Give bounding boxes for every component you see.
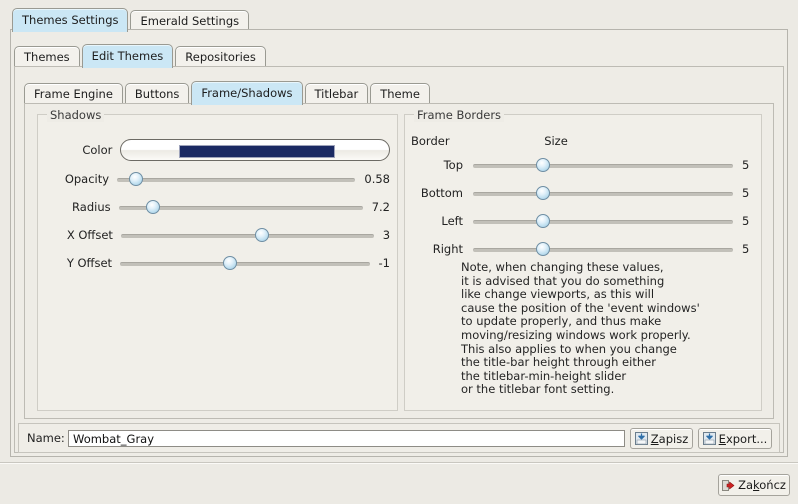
border-top-slider[interactable] <box>473 158 733 172</box>
tab-buttons[interactable]: Buttons <box>124 83 190 105</box>
border-left-value: 5 <box>742 214 750 228</box>
tab-buttons-label: Buttons <box>134 87 180 101</box>
slider-thumb[interactable] <box>536 186 551 200</box>
shadow-color-row: Color <box>45 139 390 161</box>
border-column-header: Border <box>411 134 450 148</box>
tab-theme[interactable]: Theme <box>370 83 430 105</box>
border-right-label: Right <box>432 242 463 256</box>
slider-thumb[interactable] <box>536 214 551 228</box>
quit-button-label: Zakończ <box>738 478 786 492</box>
tab-edit-themes-label: Edit Themes <box>91 49 164 63</box>
tab-frame-engine-label: Frame Engine <box>34 87 113 101</box>
border-bottom-row: Bottom 5 <box>411 185 751 201</box>
tab-frame-engine[interactable]: Frame Engine <box>24 83 123 105</box>
shadow-x-offset-value: 3 <box>382 228 391 242</box>
quit-button[interactable]: Zakończ <box>718 474 790 496</box>
shadow-x-offset-row: X Offset 3 <box>45 227 390 243</box>
shadow-y-offset-row: Y Offset -1 <box>45 255 390 271</box>
border-left-row: Left 5 <box>411 213 751 229</box>
border-right-slider[interactable] <box>473 242 733 256</box>
emerald-theme-manager-window: Themes Settings Emerald Settings Themes … <box>0 0 798 504</box>
theme-name-input-value: Wombat_Gray <box>73 431 155 446</box>
tab-themes-settings[interactable]: Themes Settings <box>12 8 129 32</box>
save-icon <box>634 432 648 445</box>
shadow-color-swatch <box>179 145 336 158</box>
tab-titlebar[interactable]: Titlebar <box>304 83 369 105</box>
slider-thumb[interactable] <box>255 228 270 242</box>
theme-name-input[interactable]: Wombat_Gray <box>68 430 625 447</box>
border-top-label: Top <box>443 158 463 172</box>
inner-tab-bar: Frame Engine Buttons Frame/Shadows Title… <box>24 81 432 105</box>
exit-icon <box>722 479 735 492</box>
name-label: Name: <box>27 431 65 445</box>
border-right-value: 5 <box>742 242 750 256</box>
slider-track <box>473 164 733 168</box>
shadow-radius-value: 7.2 <box>371 200 390 214</box>
shadow-opacity-row: Opacity 0.58 <box>45 171 390 187</box>
slider-track <box>120 262 370 266</box>
tab-frame-shadows-label: Frame/Shadows <box>201 86 293 100</box>
shadow-x-offset-slider[interactable] <box>120 228 374 242</box>
frame-borders-header-row: Border Size <box>411 133 751 149</box>
slider-track <box>120 234 374 238</box>
frame-borders-group-title: Frame Borders <box>414 108 505 122</box>
shadow-y-offset-label: Y Offset <box>66 256 113 270</box>
border-bottom-label: Bottom <box>420 186 463 200</box>
shadow-opacity-slider[interactable] <box>117 172 356 186</box>
export-icon <box>702 432 716 445</box>
frame-borders-note: Note, when changing these values, it is … <box>461 260 700 397</box>
slider-track <box>117 178 356 182</box>
shadow-radius-slider[interactable] <box>118 200 363 214</box>
slider-thumb[interactable] <box>129 172 144 186</box>
shadow-color-label: Color <box>82 143 113 157</box>
slider-thumb[interactable] <box>536 242 551 256</box>
shadow-y-offset-value: -1 <box>378 256 390 270</box>
shadow-opacity-value: 0.58 <box>364 172 390 186</box>
shadow-radius-row: Radius 7.2 <box>45 199 390 215</box>
tab-emerald-settings-label: Emerald Settings <box>140 14 240 28</box>
border-top-row: Top 5 <box>411 157 751 173</box>
size-column-header: Size <box>544 134 568 148</box>
tab-titlebar-label: Titlebar <box>314 87 359 101</box>
tab-repositories-label: Repositories <box>185 50 256 64</box>
slider-track <box>473 248 733 252</box>
slider-track <box>473 192 733 196</box>
shadow-radius-label: Radius <box>72 200 111 214</box>
slider-track <box>473 220 733 224</box>
tab-themes-label: Themes <box>24 50 70 64</box>
border-left-label: Left <box>441 214 463 228</box>
tab-themes-settings-label: Themes Settings <box>22 13 119 27</box>
tab-repositories[interactable]: Repositories <box>175 46 266 68</box>
shadows-group-title: Shadows <box>47 108 105 122</box>
export-button[interactable]: Export... <box>698 428 772 449</box>
border-top-value: 5 <box>742 158 750 172</box>
shadow-y-offset-slider[interactable] <box>120 256 370 270</box>
tab-edit-themes[interactable]: Edit Themes <box>81 44 174 68</box>
border-left-slider[interactable] <box>473 214 733 228</box>
slider-thumb[interactable] <box>222 256 237 270</box>
tab-themes[interactable]: Themes <box>14 46 80 68</box>
shadow-color-button[interactable] <box>120 139 390 161</box>
border-right-row: Right 5 <box>411 241 751 257</box>
border-bottom-value: 5 <box>742 186 750 200</box>
save-button[interactable]: Zapisz <box>630 428 693 449</box>
shadow-opacity-label: Opacity <box>64 172 110 186</box>
footer-separator <box>0 462 798 464</box>
sub-tab-bar: Themes Edit Themes Repositories <box>14 44 268 68</box>
shadow-x-offset-label: X Offset <box>66 228 113 242</box>
save-button-label: Zapisz <box>650 431 689 446</box>
tab-theme-label: Theme <box>380 87 420 101</box>
border-bottom-slider[interactable] <box>473 186 733 200</box>
slider-thumb[interactable] <box>536 158 551 172</box>
slider-thumb[interactable] <box>145 200 160 214</box>
export-button-label: Export... <box>718 431 768 446</box>
tab-frame-shadows[interactable]: Frame/Shadows <box>191 81 303 105</box>
